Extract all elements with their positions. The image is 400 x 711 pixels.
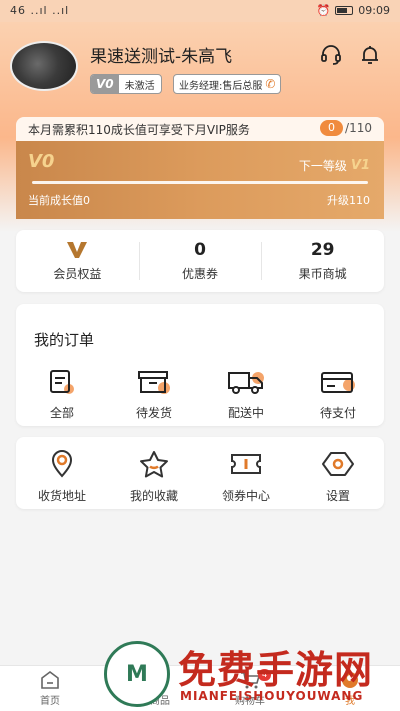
growth-notice-text: 本月需累积110成长值可享受下月VIP服务 xyxy=(28,123,250,137)
growth-notice: 本月需累积110成长值可享受下月VIP服务 0 /110 xyxy=(16,117,384,141)
alarm-icon: ⏰ xyxy=(316,4,331,17)
order-pending-shipment[interactable]: 待发货 xyxy=(108,368,200,421)
fruit-coin-mall-label: 果币商城 xyxy=(298,267,347,281)
member-benefits[interactable]: 会员权益 xyxy=(16,230,139,292)
vip-level-card[interactable]: V0 下一等级 V1 当前成长值0 升级110 xyxy=(16,141,384,219)
profile-header: 果速送测试-朱高飞 V0 未激活 业务经理:售后总服 ✆ 本月需累积110成长值… xyxy=(0,22,400,232)
star-icon xyxy=(140,451,168,478)
order-all[interactable]: 全部 xyxy=(16,368,108,421)
order-pending-payment[interactable]: 待支付 xyxy=(292,368,384,421)
growth-progress-bar xyxy=(32,181,368,184)
settings-label: 设置 xyxy=(325,489,350,503)
settings[interactable]: 设置 xyxy=(292,449,384,504)
watermark-logo: M xyxy=(104,641,170,707)
growth-current: 0 xyxy=(320,120,344,136)
order-pending-shipment-label: 待发货 xyxy=(135,406,172,420)
coupon-center-label: 领券中心 xyxy=(221,489,270,503)
order-all-label: 全部 xyxy=(49,406,74,420)
coupon-center[interactable]: 领券中心 xyxy=(200,449,292,504)
battery-icon xyxy=(335,6,354,15)
username: 果速送测试-朱高飞 xyxy=(90,47,233,67)
tools-card: 收货地址 我的收藏 领券中心 设置 xyxy=(16,437,384,509)
phone-icon: ✆ xyxy=(265,77,276,91)
pending-shipment-icon xyxy=(138,371,170,394)
home-icon xyxy=(41,671,59,689)
tab-home-label: 首页 xyxy=(40,696,60,707)
next-level: V1 xyxy=(350,158,370,173)
level-status: 未激活 xyxy=(124,80,155,92)
avatar[interactable] xyxy=(10,41,78,91)
my-favorites-label: 我的收藏 xyxy=(129,489,178,503)
next-level-label: 下一等级 xyxy=(298,159,347,173)
order-in-delivery-label: 配送中 xyxy=(227,406,264,420)
watermark: M 免费手游网 MIANFEISHOUYOUWANG xyxy=(104,637,396,711)
watermark-subtitle: MIANFEISHOUYOUWANG xyxy=(180,689,364,703)
member-benefits-label: 会员权益 xyxy=(53,267,102,281)
coupons-count: 0 xyxy=(194,240,206,260)
all-orders-icon xyxy=(50,370,74,394)
manager-label: 业务经理:售后总服 xyxy=(179,80,263,92)
customer-service-icon[interactable] xyxy=(318,42,344,68)
shipping-address[interactable]: 收货地址 xyxy=(16,449,108,504)
settings-icon xyxy=(322,452,354,476)
stats-card: 会员权益 0 优惠券 29 果币商城 xyxy=(16,230,384,292)
tab-home[interactable]: 首页 xyxy=(0,666,100,711)
location-pin-icon xyxy=(51,450,73,478)
current-level: V0 xyxy=(28,151,55,172)
my-orders-card: 我的订单 全部 待发货 配送中 待支付 xyxy=(16,304,384,426)
fruit-coin-count: 29 xyxy=(310,240,335,260)
business-manager-button[interactable]: 业务经理:售后总服 ✆ xyxy=(173,74,282,94)
shipping-address-label: 收货地址 xyxy=(37,489,86,503)
watermark-title: 免费手游网 xyxy=(178,648,374,692)
status-bar: 46 ..ıl ..ıl ⏰ 09:09 xyxy=(0,0,400,22)
delivery-truck-icon xyxy=(228,372,264,394)
fruit-coin-mall[interactable]: 29 果币商城 xyxy=(261,230,384,292)
clock: 09:09 xyxy=(358,4,390,17)
signal-indicator: 46 ..ıl ..ıl xyxy=(10,4,70,17)
notification-bell-icon[interactable] xyxy=(357,42,383,68)
vip-v-icon xyxy=(67,242,88,258)
coupons[interactable]: 0 优惠券 xyxy=(138,230,262,292)
pending-payment-icon xyxy=(321,372,355,393)
order-in-delivery[interactable]: 配送中 xyxy=(200,368,292,421)
member-level-badge[interactable]: V0 未激活 xyxy=(90,74,162,94)
level-tag: V0 xyxy=(91,75,119,93)
my-favorites[interactable]: 我的收藏 xyxy=(108,449,200,504)
growth-target: /110 xyxy=(345,121,372,135)
upgrade-requirement: 升级110 xyxy=(327,194,370,207)
coupon-icon xyxy=(231,454,261,474)
order-pending-payment-label: 待支付 xyxy=(319,406,356,420)
my-orders-title: 我的订单 xyxy=(34,331,95,349)
coupons-label: 优惠券 xyxy=(182,267,219,281)
current-growth: 当前成长值0 xyxy=(28,194,90,207)
